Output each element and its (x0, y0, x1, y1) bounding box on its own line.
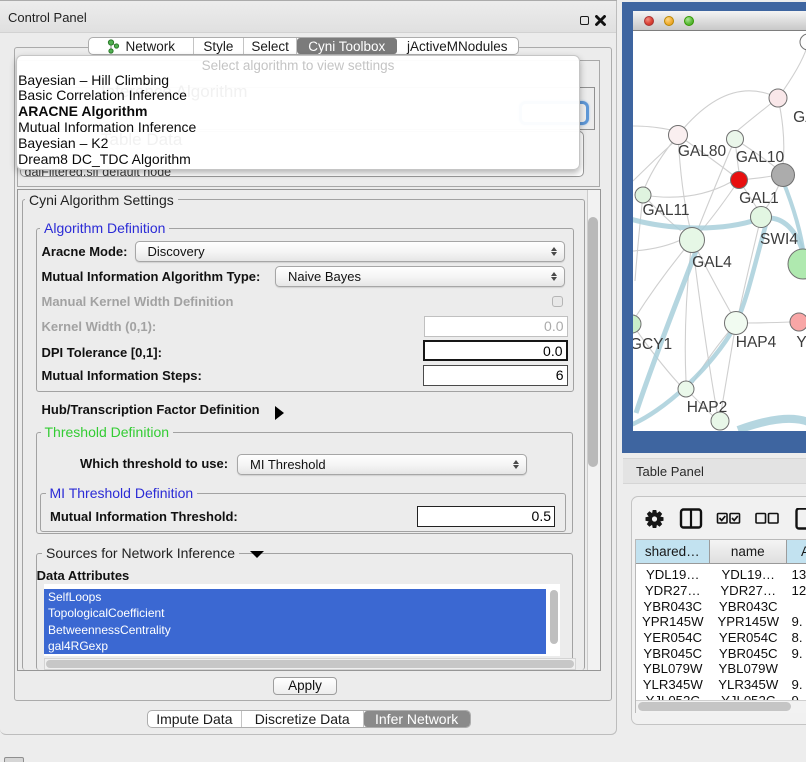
svg-text:HAP2: HAP2 (687, 399, 728, 416)
svg-text:GAL4: GAL4 (692, 254, 732, 271)
svg-text:GCY1: GCY1 (633, 336, 672, 353)
svg-text:GAL7: GAL7 (793, 109, 806, 126)
svg-text:YM: YM (796, 334, 806, 351)
svg-text:GAL1: GAL1 (739, 190, 779, 207)
svg-text:GAL10: GAL10 (736, 149, 785, 166)
svg-text:HAP4: HAP4 (736, 334, 777, 351)
svg-text:GAL11: GAL11 (642, 202, 689, 219)
svg-text:GAL80: GAL80 (678, 143, 727, 160)
svg-text:SWI4: SWI4 (760, 231, 798, 248)
